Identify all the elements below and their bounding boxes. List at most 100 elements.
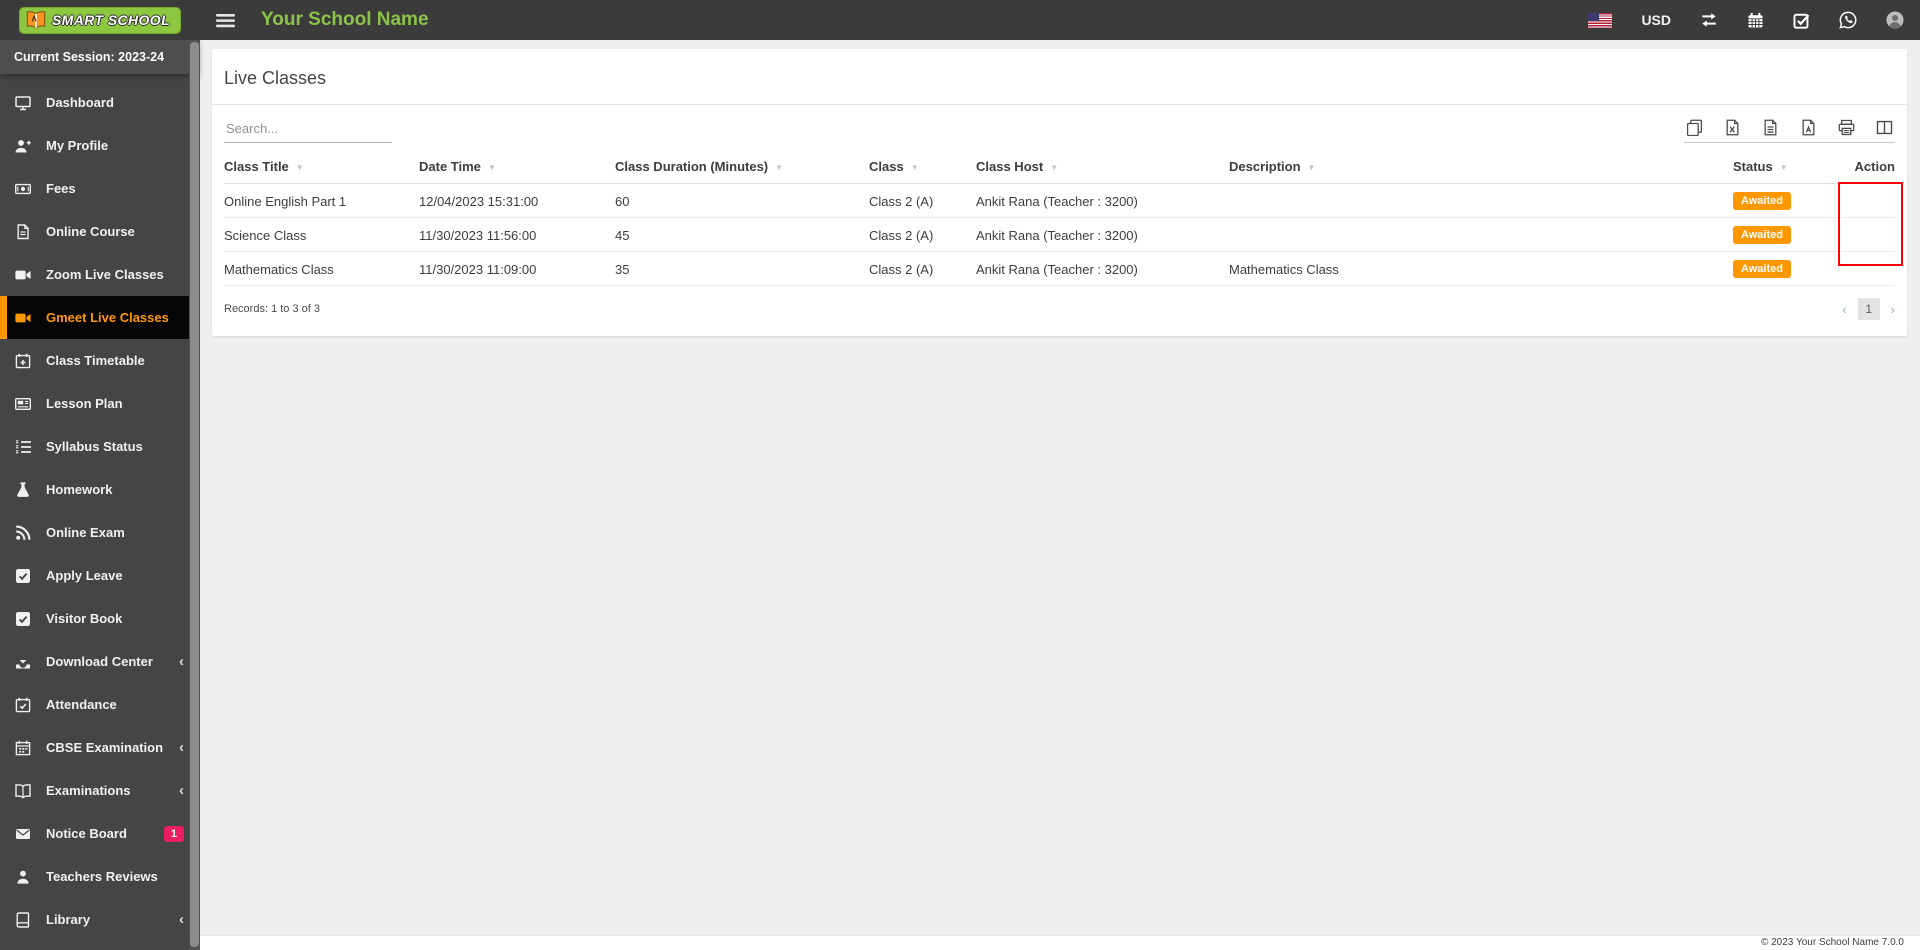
profile-avatar-icon[interactable] — [1886, 11, 1904, 29]
column-header-status[interactable]: Status — [1733, 153, 1848, 184]
column-header-class-host[interactable]: Class Host — [976, 153, 1229, 184]
search-input[interactable] — [224, 117, 392, 143]
chevron-left-icon — [179, 912, 184, 927]
topbar-icons: USD — [1588, 11, 1920, 29]
status-badge: Awaited — [1733, 226, 1791, 244]
sidebar-item-zoom-live-classes[interactable]: Zoom Live Classes — [0, 253, 200, 296]
sidebar-item-teachers-reviews[interactable]: Teachers Reviews — [0, 855, 200, 898]
cell-class-title: Science Class — [224, 217, 419, 252]
pdf-export-icon[interactable] — [1800, 119, 1817, 136]
sidebar-item-label: Homework — [46, 482, 113, 497]
check-square-icon — [15, 568, 31, 584]
check-square-icon — [15, 611, 31, 627]
sidebar-item-fees[interactable]: Fees — [0, 167, 200, 210]
calendar-grid-icon — [15, 740, 31, 756]
column-header-action: Action — [1848, 153, 1895, 184]
book-open-icon — [15, 783, 31, 799]
footer-copyright: © 2023 Your School Name 7.0.0 — [200, 935, 1920, 950]
sidebar-item-label: CBSE Examination — [46, 740, 164, 755]
table-row: Science Class 11/30/2023 11:56:00 45 Cla… — [224, 217, 1895, 252]
sidebar-item-online-exam[interactable]: Online Exam — [0, 511, 200, 554]
sidebar-scrollbar-thumb[interactable] — [190, 42, 199, 947]
envelope-icon — [15, 826, 31, 842]
column-visibility-icon[interactable] — [1876, 119, 1893, 136]
table-header-row: Class Title Date Time Class Duration (Mi… — [224, 153, 1895, 184]
sidebar-item-download-center[interactable]: Download Center — [0, 640, 200, 683]
sidebar-item-cbse-examination[interactable]: CBSE Examination — [0, 726, 200, 769]
list-icon — [15, 439, 31, 455]
sidebar-item-dashboard[interactable]: Dashboard — [0, 81, 200, 124]
sidebar-item-gmeet-live-classes[interactable]: Gmeet Live Classes — [0, 296, 200, 339]
cell-class-host: Ankit Rana (Teacher : 3200) — [976, 251, 1229, 286]
cell-duration: 35 — [615, 251, 869, 286]
currency-label[interactable]: USD — [1641, 12, 1671, 28]
csv-export-icon[interactable] — [1762, 119, 1779, 136]
pagination-page-1[interactable]: 1 — [1857, 298, 1880, 320]
pagination-next-icon[interactable]: › — [1891, 303, 1895, 316]
sidebar-item-class-timetable[interactable]: Class Timetable — [0, 339, 200, 382]
sidebar-item-online-course[interactable]: Online Course — [0, 210, 200, 253]
column-header-class[interactable]: Class — [869, 153, 976, 184]
column-header-date-time[interactable]: Date Time — [419, 153, 615, 184]
school-name-title: Your School Name — [261, 9, 429, 30]
book-logo-icon — [26, 10, 46, 30]
column-header-duration[interactable]: Class Duration (Minutes) — [615, 153, 869, 184]
cell-status: Awaited — [1733, 183, 1848, 218]
sidebar-item-label: Apply Leave — [46, 568, 123, 583]
copy-export-icon[interactable] — [1686, 119, 1703, 136]
sidebar-item-attendance[interactable]: Attendance — [0, 683, 200, 726]
exchange-icon[interactable] — [1700, 11, 1718, 29]
logo-zone[interactable]: SMART SCHOOL — [0, 6, 200, 34]
cell-action[interactable] — [1848, 251, 1895, 286]
top-header-bar: SMART SCHOOL Your School Name USD — [0, 0, 1920, 40]
sidebar-item-label: Examinations — [46, 783, 131, 798]
cell-status: Awaited — [1733, 251, 1848, 286]
monitor-icon — [15, 95, 31, 111]
sidebar-item-syllabus-status[interactable]: Syllabus Status — [0, 425, 200, 468]
sidebar: Current Session: 2023-24 Dashboard My Pr… — [0, 40, 200, 950]
cell-action[interactable] — [1848, 217, 1895, 252]
sidebar-item-label: My Profile — [46, 138, 109, 153]
language-flag-icon[interactable] — [1588, 12, 1613, 28]
videocam-icon — [15, 267, 31, 283]
cell-description: Mathematics Class — [1229, 251, 1733, 286]
sidebar-item-label: Library — [46, 912, 91, 927]
pagination-prev-icon[interactable]: ‹ — [1842, 303, 1846, 316]
cell-description — [1229, 217, 1733, 252]
sidebar-item-label: Zoom Live Classes — [46, 267, 164, 282]
sidebar-item-homework[interactable]: Homework — [0, 468, 200, 511]
excel-export-icon[interactable] — [1724, 119, 1741, 136]
whatsapp-icon[interactable] — [1839, 11, 1857, 29]
sidebar-item-label: Class Timetable — [46, 353, 145, 368]
sidebar-item-library[interactable]: Library — [0, 898, 200, 941]
sidebar-item-label: Fees — [46, 181, 76, 196]
sidebar-item-lesson-plan[interactable]: Lesson Plan — [0, 382, 200, 425]
calendar-icon[interactable] — [1747, 12, 1764, 29]
sidebar-item-visitor-book[interactable]: Visitor Book — [0, 597, 200, 640]
print-icon[interactable] — [1838, 119, 1855, 136]
tasks-icon[interactable] — [1793, 12, 1810, 29]
sidebar-item-examinations[interactable]: Examinations — [0, 769, 200, 812]
sidebar-item-label: Online Course — [46, 224, 135, 239]
column-header-class-title[interactable]: Class Title — [224, 153, 419, 184]
sidebar-item-label: Lesson Plan — [46, 396, 123, 411]
sidebar-item-my-profile[interactable]: My Profile — [0, 124, 200, 167]
cell-date-time: 11/30/2023 11:09:00 — [419, 251, 615, 286]
smart-school-logo: SMART SCHOOL — [18, 6, 182, 34]
chevron-left-icon — [179, 783, 184, 798]
cell-action[interactable] — [1848, 183, 1895, 218]
sidebar-scrollbar-track[interactable] — [189, 40, 200, 950]
rss-icon — [15, 525, 31, 541]
column-header-description[interactable]: Description — [1229, 153, 1733, 184]
chevron-left-icon — [179, 740, 184, 755]
sidebar-item-notice-board[interactable]: Notice Board 1 — [0, 812, 200, 855]
export-toolbar — [1684, 119, 1895, 143]
sidebar-item-label: Notice Board — [46, 826, 127, 841]
sidebar-toggle-hamburger-icon[interactable] — [216, 11, 235, 30]
sidebar-item-label: Attendance — [46, 697, 117, 712]
sidebar-item-label: Gmeet Live Classes — [46, 310, 169, 325]
sidebar-item-apply-leave[interactable]: Apply Leave — [0, 554, 200, 597]
sidebar-item-label: Syllabus Status — [46, 439, 143, 454]
table-row: Mathematics Class 11/30/2023 11:09:00 35… — [224, 251, 1895, 286]
page-title: Live Classes — [212, 49, 1907, 105]
